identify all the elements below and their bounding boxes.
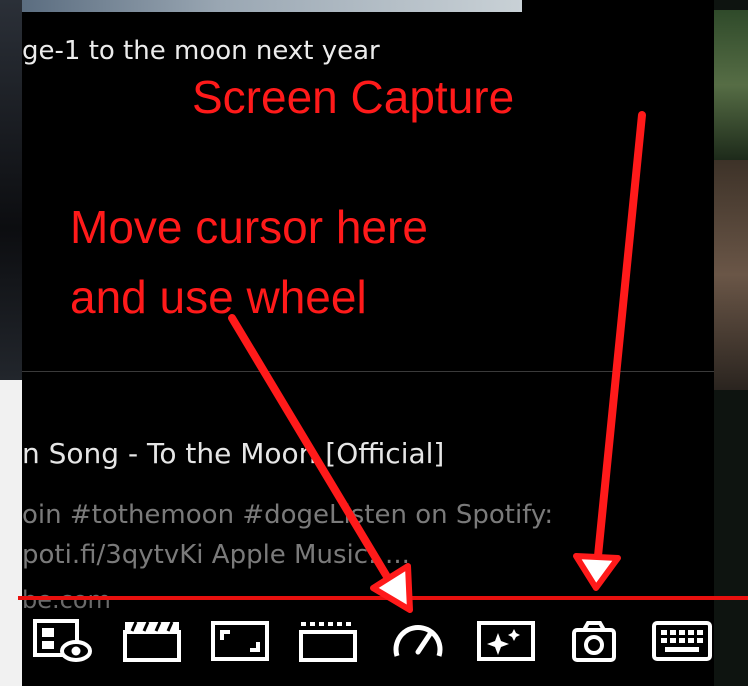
- keyboard-icon: [652, 621, 712, 661]
- background-top-photo: [22, 0, 522, 12]
- background-right-photo: [714, 0, 748, 686]
- playback-speed-button[interactable]: [386, 614, 450, 668]
- result-card-description-line1: oin #tothemoon #dogeListen on Spotify:: [22, 500, 554, 530]
- annotation-move-cursor-line1: Move cursor here: [70, 201, 428, 253]
- annotation-move-cursor-line2: and use wheel: [70, 271, 367, 323]
- result-card-title[interactable]: n Song - To the Moon [Official]: [22, 437, 444, 470]
- camera-icon: [572, 621, 616, 662]
- background-left-photo: [0, 0, 22, 686]
- clapperboard-button[interactable]: [120, 614, 184, 668]
- screen-capture-button[interactable]: [562, 614, 626, 668]
- background-photo-bottom: [0, 380, 22, 686]
- annotation-screen-capture: Screen Capture: [192, 71, 515, 123]
- result-card-description-line2: poti.fi/3qytvKi Apple Music: ...: [22, 540, 410, 570]
- theater-mode-button[interactable]: [296, 614, 360, 668]
- divider: [22, 371, 714, 372]
- background-person: [714, 160, 748, 390]
- background-photo-top: [0, 0, 22, 380]
- clapperboard-icon: [123, 621, 181, 662]
- picture-in-picture-button[interactable]: [30, 614, 94, 668]
- enhance-button[interactable]: [474, 614, 538, 668]
- enhance-sparkle-icon: [477, 621, 535, 661]
- player-toolbar: [22, 606, 722, 676]
- annotation-red-line: [18, 596, 748, 600]
- keyboard-shortcuts-button[interactable]: [650, 614, 714, 668]
- speedometer-icon: [393, 624, 443, 657]
- video-title[interactable]: ge-1 to the moon next year: [22, 36, 380, 66]
- fit-screen-icon: [211, 621, 269, 661]
- theater-mode-icon: [299, 622, 357, 662]
- picture-in-picture-icon: [33, 619, 92, 662]
- background-plant: [714, 10, 748, 160]
- fit-screen-button[interactable]: [208, 614, 272, 668]
